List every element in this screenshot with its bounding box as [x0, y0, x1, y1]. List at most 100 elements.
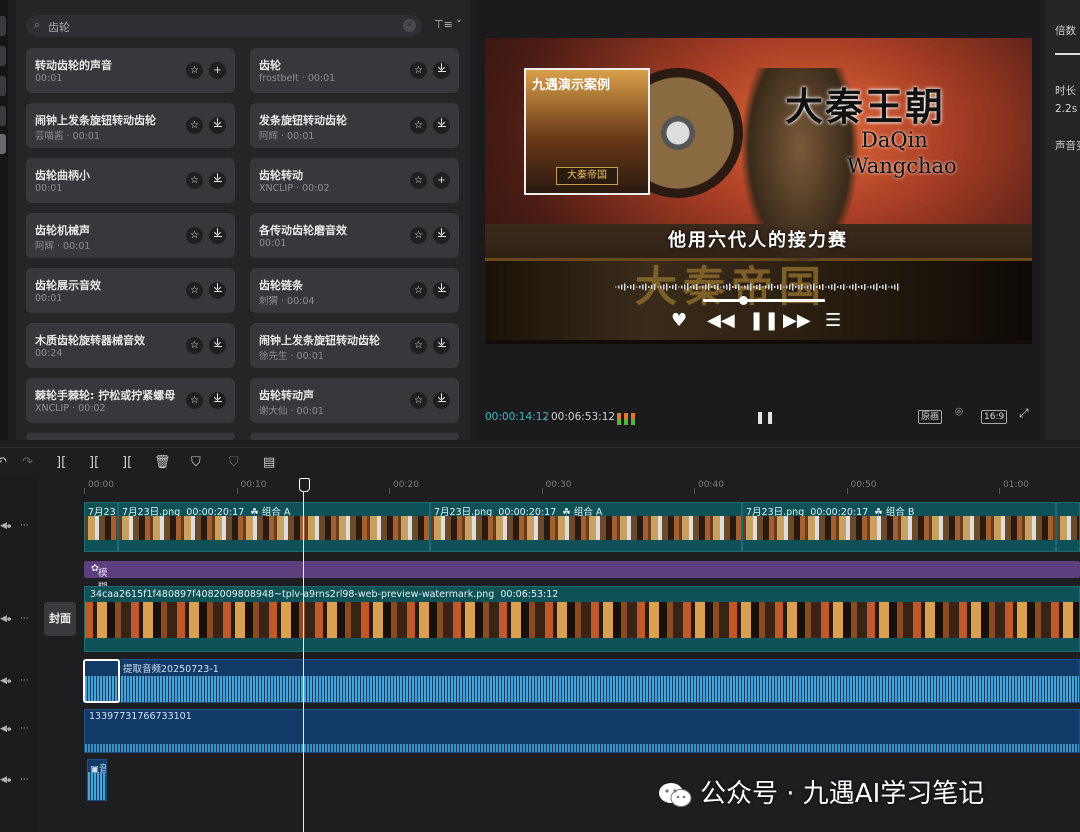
- image-clip[interactable]: [1056, 502, 1080, 552]
- rewind-icon: ◀◀: [707, 310, 735, 331]
- sound-card[interactable]: 木质齿轮旋转器械音效 00:24 ☆: [26, 323, 235, 368]
- current-time: 00:00:14:12: [485, 411, 550, 423]
- clip-filmstrip: [85, 516, 117, 540]
- clear-icon[interactable]: ✕: [403, 19, 416, 32]
- add-icon[interactable]: +: [209, 62, 226, 79]
- play-pause-button[interactable]: ❚❚: [755, 410, 775, 424]
- download-icon[interactable]: [433, 62, 450, 79]
- download-icon[interactable]: [433, 227, 450, 244]
- sound-card[interactable]: 齿轮机械声 阿辉 · 00:01 ☆: [26, 213, 235, 258]
- video-preview[interactable]: 大秦帝国 九遇演示案例 大秦帝国 大秦王朝 DaQin Wangchao 他用六…: [485, 38, 1032, 344]
- trim-right-icon[interactable]: ][: [122, 455, 132, 470]
- download-icon[interactable]: [433, 282, 450, 299]
- track-controls[interactable]: ◀⦁ ···: [0, 521, 38, 531]
- sound-card[interactable]: 发条旋钮转动齿轮 阿辉 · 00:01 ☆: [250, 103, 459, 148]
- sound-card[interactable]: [250, 433, 459, 440]
- image-clip[interactable]: 7月23: [84, 502, 118, 552]
- sound-card[interactable]: 齿轮展示音效 00:01 ☆: [26, 268, 235, 313]
- redo-icon[interactable]: ↷: [22, 455, 33, 470]
- favorite-star-icon[interactable]: ☆: [410, 282, 427, 299]
- original-quality-button[interactable]: 原画: [918, 410, 943, 424]
- player-bar: 00:00:14:12 / 00:06:53:12 ❚❚ 原画 ⌾ 16:9 ⤢: [476, 398, 1040, 438]
- favorite-star-icon[interactable]: ☆: [410, 392, 427, 409]
- download-icon[interactable]: [209, 117, 226, 134]
- properties-panel: 倍数 时长 2.2s 声音变: [1045, 0, 1080, 440]
- favorite-star-icon[interactable]: ☆: [186, 117, 203, 134]
- playlist-icon: ☰: [825, 310, 842, 331]
- favorite-star-icon[interactable]: ☆: [410, 62, 427, 79]
- video-title-en-1: DaQin: [861, 128, 928, 152]
- download-icon[interactable]: [209, 227, 226, 244]
- download-icon[interactable]: [209, 392, 226, 409]
- shield-icon[interactable]: ⛉: [191, 455, 201, 470]
- sound-title: 木质齿轮旋转器械音效: [35, 334, 145, 347]
- favorite-star-icon[interactable]: ☆: [410, 337, 427, 354]
- caption-icon[interactable]: ▤: [263, 455, 275, 470]
- filter-sort-icon[interactable]: ⊤≡ ˅: [434, 18, 462, 31]
- track-controls[interactable]: ◀⦁ ···: [0, 724, 38, 734]
- sound-card[interactable]: 转动齿轮的声音 00:01 ☆ +: [26, 48, 235, 93]
- download-icon[interactable]: [209, 282, 226, 299]
- sound-card[interactable]: 齿轮链条 刺猬 · 00:04 ☆: [250, 268, 459, 313]
- playhead[interactable]: [299, 478, 310, 832]
- cover-button[interactable]: 封面: [44, 602, 76, 636]
- favorite-star-icon[interactable]: ☆: [410, 227, 427, 244]
- sound-title: 闹钟上发条旋钮转动齿轮: [35, 114, 156, 127]
- sound-card[interactable]: [26, 433, 235, 440]
- undo-icon[interactable]: ↶: [0, 455, 7, 470]
- speed-slider[interactable]: [1055, 53, 1080, 55]
- fullscreen-icon[interactable]: ⤢: [1017, 407, 1031, 419]
- nav-tab[interactable]: [0, 16, 6, 36]
- main-video-clip[interactable]: 34caa2615f1f480897f4082009808948~tplv-a9…: [84, 586, 1080, 652]
- favorite-star-icon[interactable]: ☆: [186, 337, 203, 354]
- heart-icon: ♥: [671, 310, 688, 331]
- track-controls[interactable]: ◀⦁ ···: [0, 676, 38, 686]
- download-icon[interactable]: [209, 172, 226, 189]
- favorite-star-icon[interactable]: ☆: [186, 227, 203, 244]
- nav-tab[interactable]: [0, 46, 6, 66]
- delete-icon[interactable]: 🗑: [154, 455, 171, 470]
- download-icon[interactable]: [433, 337, 450, 354]
- favorite-star-icon[interactable]: ☆: [186, 62, 203, 79]
- sound-card[interactable]: 棘轮手棘轮: 拧松或拧紧螺母 XNCLIP · 00:02 ☆: [26, 378, 235, 423]
- sound-card[interactable]: 各传动齿轮磨音效 00:01 ☆: [250, 213, 459, 258]
- shield-off-icon[interactable]: ⛉: [229, 455, 239, 470]
- favorite-star-icon[interactable]: ☆: [186, 392, 203, 409]
- sound-card[interactable]: 齿轮转动 XNCLIP · 00:02 ☆ +: [250, 158, 459, 203]
- nav-tab[interactable]: [0, 106, 6, 126]
- ratio-button[interactable]: 16:9: [981, 410, 1008, 424]
- audio-clip[interactable]: 13397731766733101: [84, 709, 1080, 753]
- search-input[interactable]: ⌕ 齿轮 ✕: [26, 15, 422, 37]
- sound-card[interactable]: 闹钟上发条旋钮转动齿轮 徐先生 · 00:01 ☆: [250, 323, 459, 368]
- trim-left-icon[interactable]: ][: [89, 455, 99, 470]
- audio-clip[interactable]: ▣音: [87, 759, 107, 801]
- favorite-star-icon[interactable]: ☆: [410, 117, 427, 134]
- sound-card[interactable]: 齿轮转动声 谢大仙 · 00:01 ☆: [250, 378, 459, 423]
- download-icon[interactable]: [433, 392, 450, 409]
- image-clip[interactable]: 7月23日.png 00:00:20:17 ☘ 组合 A: [118, 502, 430, 552]
- search-value: 齿轮: [48, 21, 70, 34]
- favorite-star-icon[interactable]: ☆: [186, 172, 203, 189]
- add-icon[interactable]: +: [433, 172, 450, 189]
- clip-filmstrip: [743, 516, 1055, 540]
- timeline-ruler[interactable]: 00:00 00:10 00:20 00:30 00:40 00:50 01:00: [84, 478, 1080, 496]
- nav-tab[interactable]: [0, 76, 6, 96]
- split-icon[interactable]: ][: [56, 455, 66, 470]
- nav-tab-active[interactable]: [0, 134, 6, 154]
- image-clip[interactable]: 7月23日.png 00:00:20:17 ☘ 组合 B: [742, 502, 1056, 552]
- favorite-star-icon[interactable]: ☆: [410, 172, 427, 189]
- download-icon[interactable]: [209, 337, 226, 354]
- clip-selection-handle[interactable]: [83, 659, 120, 703]
- favorite-star-icon[interactable]: ☆: [186, 282, 203, 299]
- sound-card[interactable]: 齿轮曲柄小 00:01 ☆: [26, 158, 235, 203]
- sound-meta: 徐先生 · 00:01: [259, 351, 324, 362]
- focus-icon[interactable]: ⌾: [953, 406, 965, 419]
- blur-effect-clip[interactable]: ✿ 模糊: [84, 561, 1080, 593]
- audio-clip[interactable]: 提取音频20250723-1: [84, 659, 1080, 703]
- image-clip[interactable]: 7月23日.png 00:00:20:17 ☘ 组合 A: [430, 502, 742, 552]
- sound-card[interactable]: 闹钟上发条旋钮转动齿轮 芸喵酱 · 00:01 ☆: [26, 103, 235, 148]
- download-icon[interactable]: [433, 117, 450, 134]
- sound-card[interactable]: 齿轮 frostbelt · 00:01 ☆: [250, 48, 459, 93]
- track-controls[interactable]: ◀⦁ ···: [0, 775, 38, 785]
- track-controls[interactable]: ◀⦁ ···: [0, 614, 38, 624]
